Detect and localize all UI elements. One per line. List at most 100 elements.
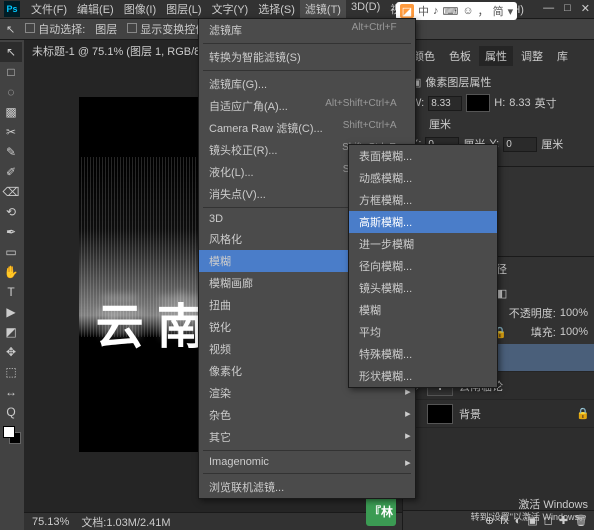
ime-keyboard-icon[interactable]: ⌨ [443, 5, 459, 18]
submenu-item[interactable]: 形状模糊... [349, 365, 497, 387]
activate-title: 激活 Windows [471, 498, 588, 512]
tool-9[interactable]: ✒ [0, 222, 22, 242]
tool-17[interactable]: ↔ [0, 382, 22, 402]
app-logo: Ps [4, 1, 20, 17]
auto-select-checkbox[interactable] [25, 23, 35, 33]
menu-item[interactable]: 滤镜库Alt+Ctrl+F [199, 19, 415, 41]
tool-4[interactable]: ✂ [0, 122, 22, 142]
properties-title: 像素图层属性 [425, 74, 491, 90]
window-controls: — □ ✕ [543, 2, 590, 15]
submenu-item[interactable]: 表面模糊... [349, 145, 497, 167]
height-value[interactable]: 8.33 [509, 97, 530, 109]
menu-item[interactable]: 浏览联机滤镜... [199, 476, 415, 498]
minimize-button[interactable]: — [543, 2, 554, 15]
tool-palette: ↖□◌▩✂✎✐⌫⟲✒▭✋T▶◩✥⬚↔Q [0, 40, 24, 530]
tool-13[interactable]: ▶ [0, 302, 22, 322]
blur-submenu[interactable]: 表面模糊...动感模糊...方框模糊...高斯模糊...进一步模糊径向模糊...… [348, 144, 498, 388]
lock-icon: 🔒 [576, 407, 590, 420]
ime-emoji-icon[interactable]: ☺ [462, 5, 473, 17]
tool-14[interactable]: ◩ [0, 322, 22, 342]
width-input[interactable] [428, 96, 462, 111]
tool-11[interactable]: ✋ [0, 262, 22, 282]
close-button[interactable]: ✕ [581, 2, 590, 15]
y-unit[interactable]: 厘米 [541, 136, 563, 152]
ime-audio-icon[interactable]: ♪ [433, 5, 439, 17]
doc-size[interactable]: 文档:1.03M/2.41M [81, 514, 170, 530]
zoom-level[interactable]: 75.13% [32, 516, 69, 528]
tool-1[interactable]: □ [0, 62, 22, 82]
y-input[interactable] [503, 137, 537, 152]
activate-subtitle: 转到"设置"以激活 Windows。 [471, 512, 588, 524]
menu-item[interactable]: 滤镜库(G)... [199, 73, 415, 95]
status-bar: 75.13% 文档:1.03M/2.41M [24, 512, 402, 530]
maximize-button[interactable]: □ [564, 2, 571, 15]
filter-smart-icon[interactable]: ◧ [497, 287, 507, 300]
tab-title: 未标题-1 @ 75.1% (图层 1, RGB/8#) * [32, 43, 217, 59]
move-tool-icon[interactable]: ↖ [6, 23, 15, 36]
tool-16[interactable]: ⬚ [0, 362, 22, 382]
menu-2[interactable]: 图像(I) [119, 0, 161, 19]
tool-2[interactable]: ◌ [0, 82, 22, 102]
panel-tab[interactable]: 调整 [515, 46, 549, 66]
menu-3[interactable]: 图层(L) [161, 0, 206, 19]
artwork-char: 云 [96, 287, 144, 357]
tool-3[interactable]: ▩ [0, 102, 22, 122]
menu-4[interactable]: 文字(Y) [207, 0, 254, 19]
menu-5[interactable]: 选择(S) [253, 0, 300, 19]
show-transform-checkbox[interactable] [127, 23, 137, 33]
fill-value[interactable]: 100% [560, 326, 588, 338]
ime-lang[interactable]: 中 [418, 3, 429, 19]
ime-logo-icon: ◪ [400, 4, 414, 18]
layer-name[interactable]: 背景 [459, 406, 481, 422]
tool-8[interactable]: ⟲ [0, 202, 22, 222]
menu-6[interactable]: 滤镜(T) [300, 0, 346, 19]
height-unit[interactable]: 英寸 [535, 95, 557, 111]
menu-item[interactable]: 其它 [199, 426, 415, 448]
panel-tab[interactable]: 库 [551, 46, 574, 66]
panel-tabs-top: 颜色色板属性调整库 [403, 44, 594, 68]
panel-tab[interactable]: 色板 [443, 46, 477, 66]
height-label: H: [494, 97, 505, 109]
activate-windows: 激活 Windows 转到"设置"以激活 Windows。 [471, 498, 588, 524]
submenu-item[interactable]: 方框模糊... [349, 189, 497, 211]
menu-7[interactable]: 3D(D) [346, 0, 385, 19]
menu-0[interactable]: 文件(F) [26, 0, 72, 19]
opacity-label: 不透明度: [509, 305, 556, 321]
submenu-item[interactable]: 镜头模糊... [349, 277, 497, 299]
menu-item[interactable]: 自适应广角(A)...Alt+Shift+Ctrl+A [199, 95, 415, 117]
watermark-badge: 『林 [366, 496, 396, 526]
submenu-item[interactable]: 高斯模糊... [349, 211, 497, 233]
menu-item[interactable]: Camera Raw 滤镜(C)...Shift+Ctrl+A [199, 117, 415, 139]
layer-row[interactable]: 背景 🔒 [403, 400, 594, 428]
tool-7[interactable]: ⌫ [0, 182, 22, 202]
submenu-item[interactable]: 特殊模糊... [349, 343, 497, 365]
panel-tab[interactable]: 属性 [479, 46, 513, 66]
color-swatch[interactable] [3, 426, 21, 444]
width-unit[interactable]: 厘米 [429, 116, 451, 132]
opacity-value[interactable]: 100% [560, 307, 588, 319]
tool-0[interactable]: ↖ [0, 42, 22, 62]
tool-5[interactable]: ✎ [0, 142, 22, 162]
submenu-item[interactable]: 径向模糊... [349, 255, 497, 277]
submenu-item[interactable]: 进一步模糊 [349, 233, 497, 255]
ime-dropdown-icon[interactable]: ▾ [508, 5, 514, 18]
submenu-item[interactable]: 平均 [349, 321, 497, 343]
tool-15[interactable]: ✥ [0, 342, 22, 362]
submenu-item[interactable]: 动感模糊... [349, 167, 497, 189]
menu-item[interactable]: 转换为智能滤镜(S) [199, 46, 415, 68]
submenu-item[interactable]: 模糊 [349, 299, 497, 321]
ime-punct[interactable]: ， [478, 3, 489, 19]
auto-select-label: 自动选择: [38, 24, 85, 36]
tool-6[interactable]: ✐ [0, 162, 22, 182]
menu-item[interactable]: 杂色 [199, 404, 415, 426]
layer-thumb[interactable] [427, 404, 453, 424]
tool-12[interactable]: T [0, 282, 22, 302]
ime-simplified[interactable]: 简 [493, 3, 504, 19]
auto-select-target[interactable]: 图层 [95, 21, 117, 37]
fill-label: 填充: [531, 324, 556, 340]
menu-1[interactable]: 编辑(E) [72, 0, 119, 19]
tool-18[interactable]: Q [0, 402, 22, 422]
tool-10[interactable]: ▭ [0, 242, 22, 262]
show-transform-label: 显示变换控件 [140, 24, 206, 36]
menu-item[interactable]: Imagenomic [199, 453, 415, 471]
